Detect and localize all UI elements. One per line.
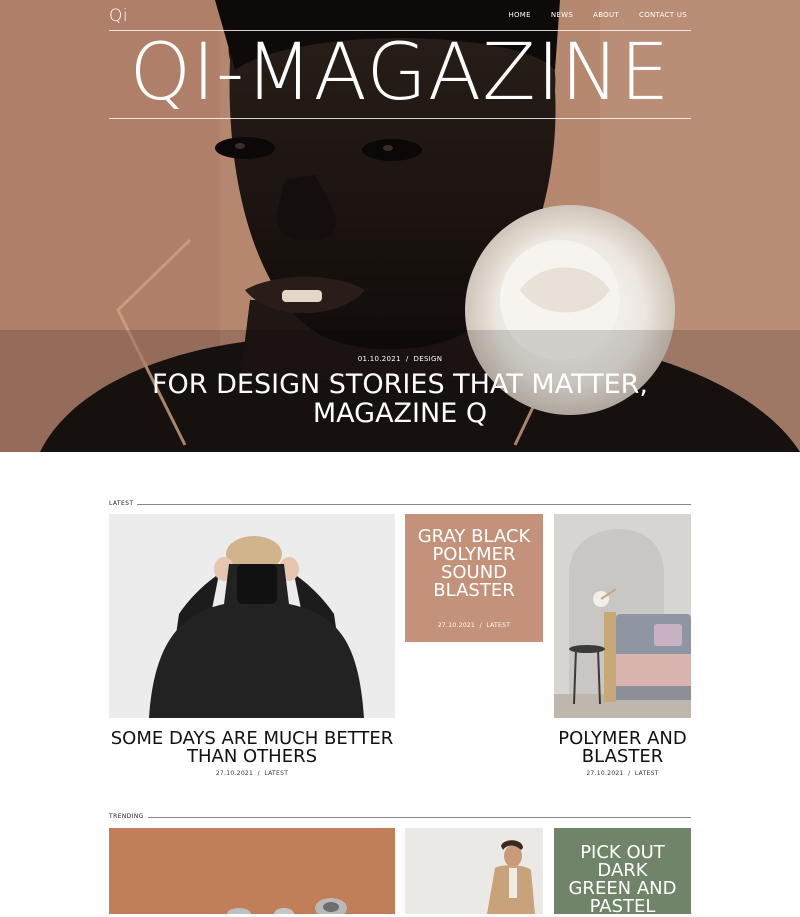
latest-card-image[interactable] — [554, 514, 691, 718]
hero-post-title[interactable]: FOR DESIGN STORIES THAT MATTER, MAGAZINE… — [0, 370, 800, 428]
latest-card-meta[interactable]: 27.10.2021 / LATEST — [100, 770, 404, 777]
main-menu: HOME NEWS ABOUT CONTACT US — [508, 11, 687, 19]
latest-card-tile[interactable]: GRAY BLACK POLYMER SOUND BLASTER 27.10.2… — [405, 514, 543, 642]
title-line: THAN OTHERS — [186, 746, 318, 767]
latest-card-image[interactable] — [109, 514, 395, 718]
trending-section-header: TRENDING — [109, 813, 691, 823]
latest-section-header: LATEST — [109, 500, 691, 510]
trending-card-image[interactable] — [109, 828, 395, 914]
latest-card-title[interactable]: SOME DAYS ARE MUCH BETTER THAN OTHERS — [100, 730, 404, 766]
trending-card-tile[interactable]: PICK OUT DARK GREEN AND PASTEL — [554, 828, 691, 916]
section-label: TRENDING — [109, 813, 148, 820]
turtleneck-photo — [109, 514, 395, 718]
title-line: BLASTER — [433, 580, 515, 601]
objects-photo — [109, 828, 395, 914]
trending-card-image[interactable] — [405, 828, 543, 914]
tile-title: GRAY BLACK POLYMER SOUND BLASTER — [405, 528, 543, 600]
nav-item-home[interactable]: HOME — [508, 11, 530, 19]
tile-title: PICK OUT DARK GREEN AND PASTEL — [554, 844, 691, 916]
title-line: BLASTER — [581, 746, 664, 767]
man-photo — [405, 828, 543, 914]
hero-section: Qi HOME NEWS ABOUT CONTACT US QI-MAGAZIN… — [0, 0, 800, 452]
top-navigation: Qi HOME NEWS ABOUT CONTACT US — [109, 6, 691, 26]
section-label: LATEST — [109, 500, 138, 507]
title-line: PASTEL — [589, 896, 656, 917]
nav-item-contact-us[interactable]: CONTACT US — [639, 11, 687, 19]
hero-title-line: MAGAZINE Q — [312, 398, 488, 429]
masthead-title[interactable]: QI-MAGAZINE — [109, 28, 691, 118]
latest-card-title[interactable]: POLYMER AND BLASTER — [544, 730, 701, 766]
bedroom-photo — [554, 514, 691, 718]
section-divider — [109, 504, 691, 505]
tile-meta[interactable]: 27.10.2021 / LATEST — [405, 622, 543, 629]
hero-post-meta[interactable]: 01.10.2021 / DESIGN — [0, 355, 800, 363]
nav-item-about[interactable]: ABOUT — [593, 11, 619, 19]
masthead-bottom-divider — [109, 118, 691, 119]
hero-title-line: FOR DESIGN STORIES THAT MATTER, — [152, 369, 648, 400]
site-logo[interactable]: Qi — [109, 6, 128, 26]
section-divider — [109, 817, 691, 818]
nav-item-news[interactable]: NEWS — [551, 11, 573, 19]
latest-card-meta[interactable]: 27.10.2021 / LATEST — [544, 770, 701, 777]
